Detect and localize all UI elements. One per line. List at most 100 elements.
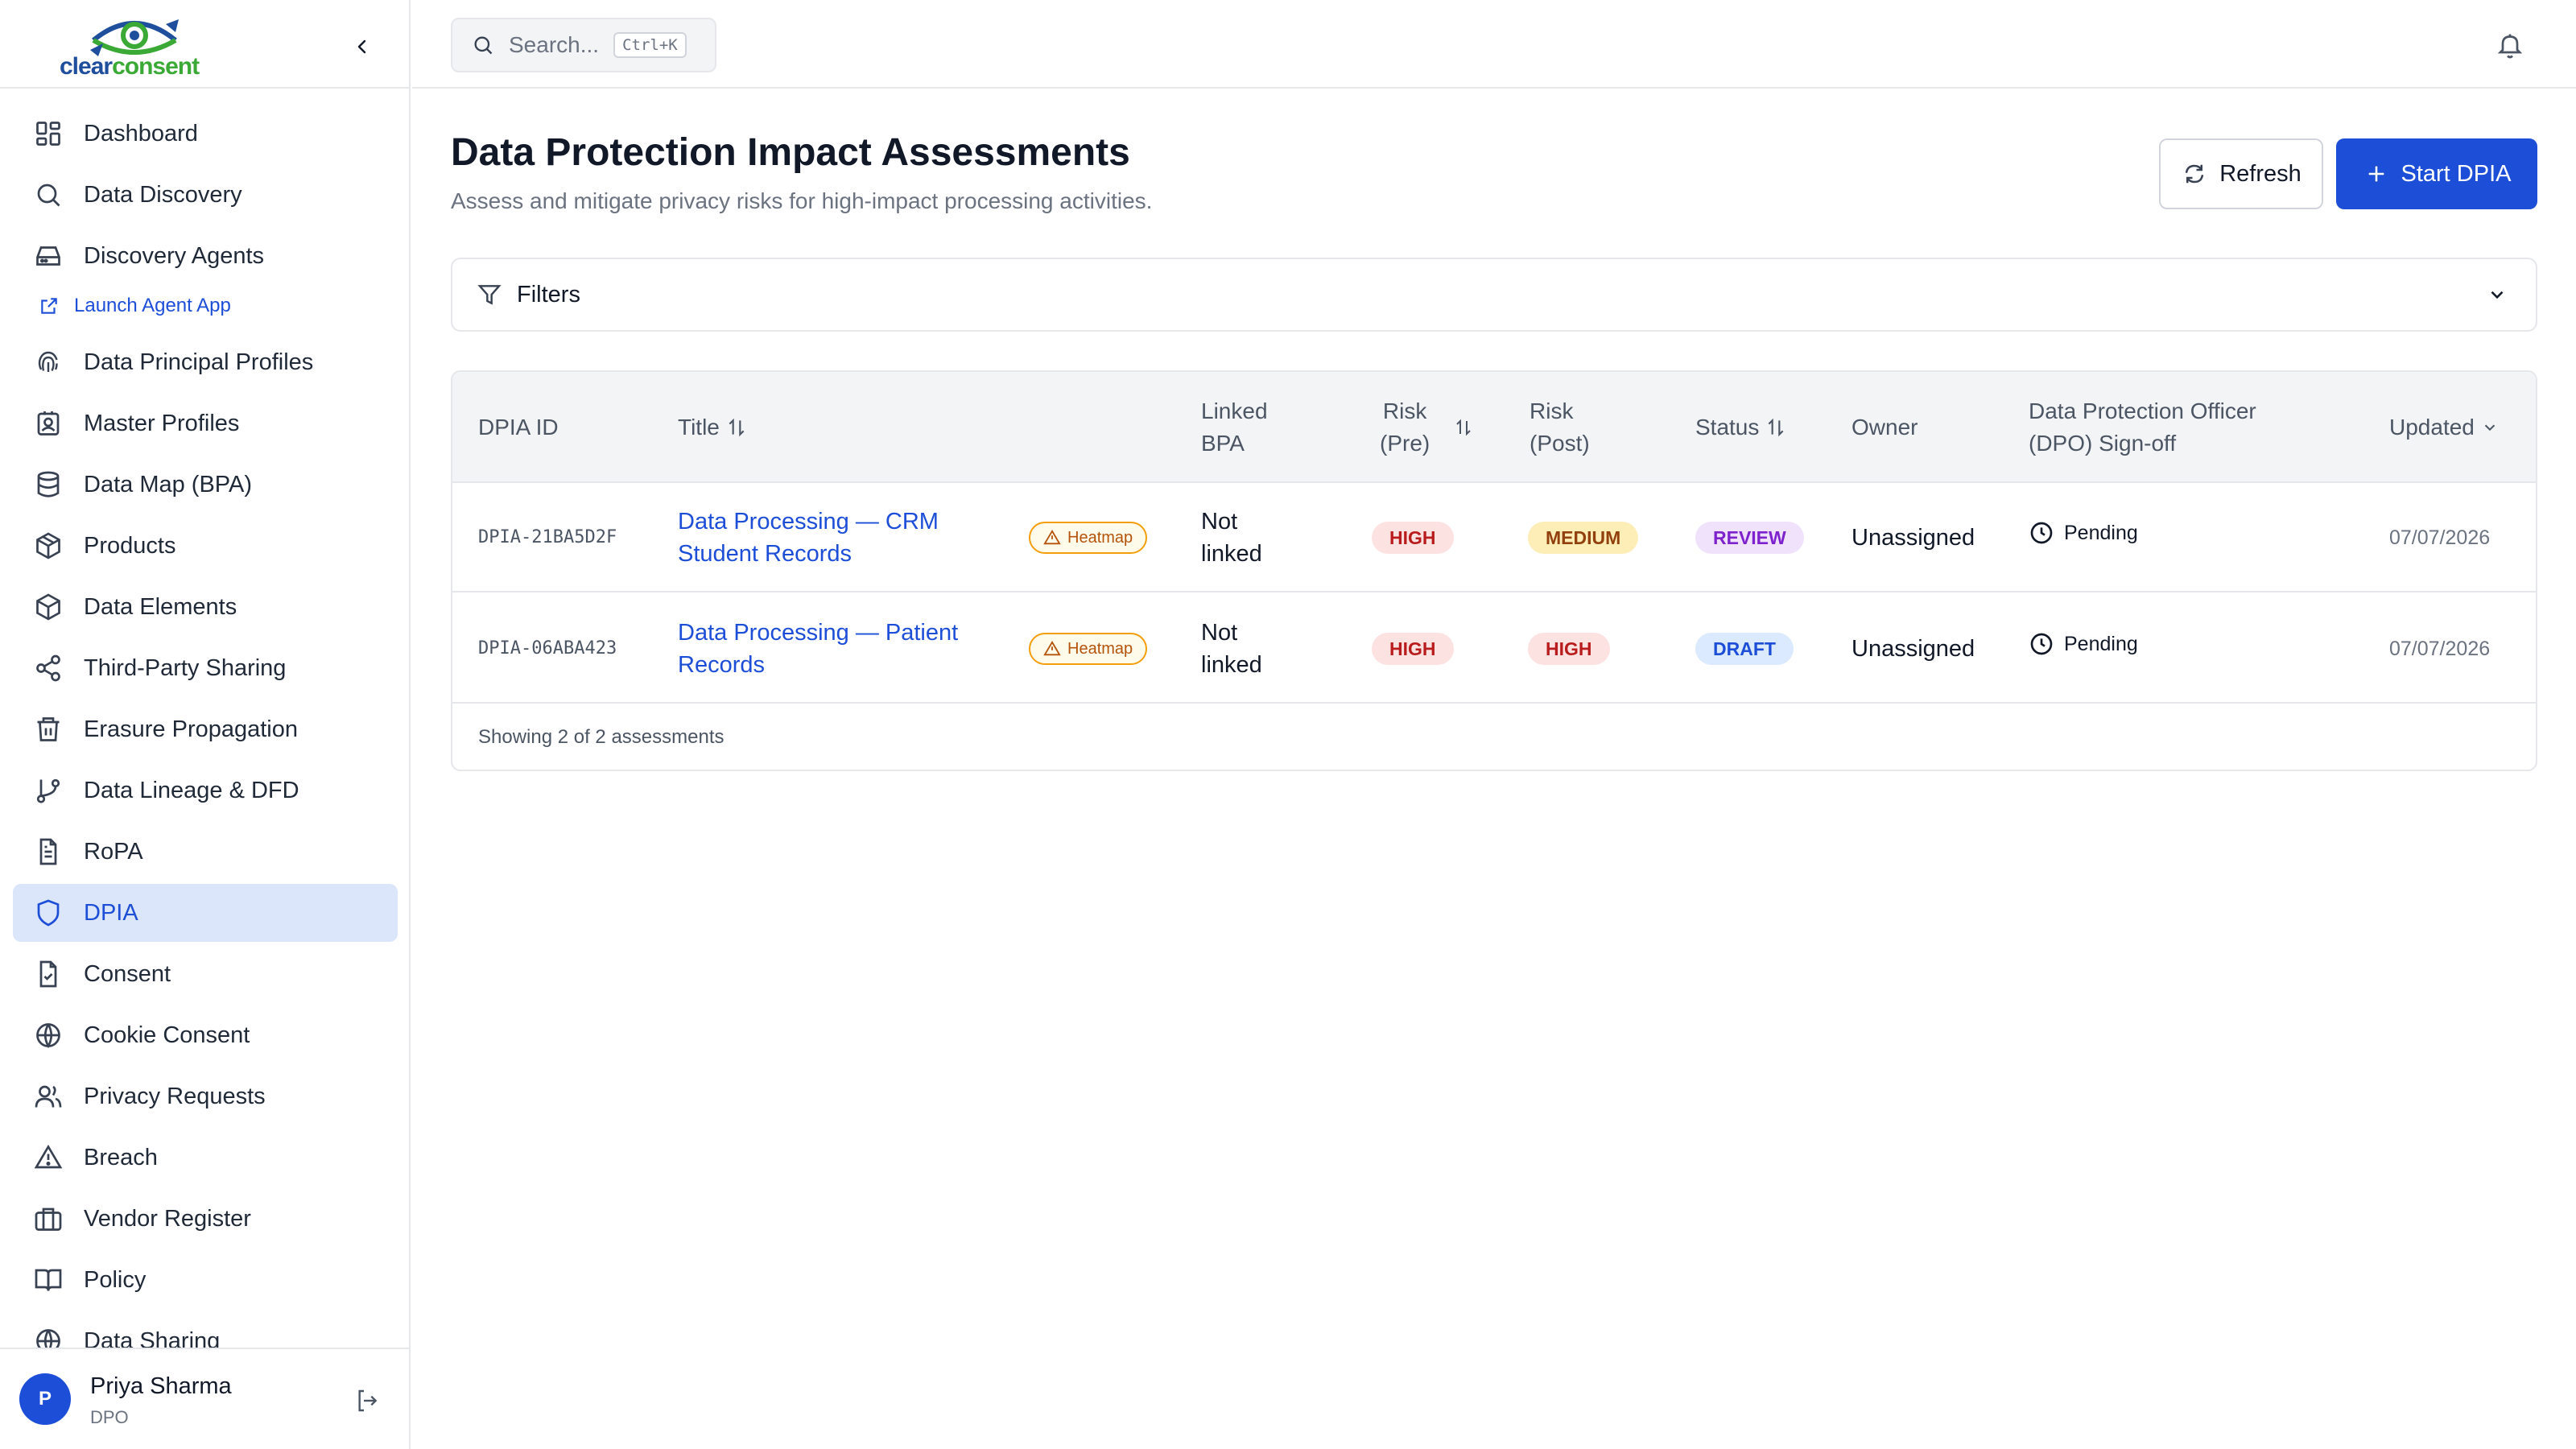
linked-bpa: Not linked	[1201, 594, 1262, 704]
clock-icon	[2029, 520, 2054, 546]
sidebar-item-data-principal-profiles[interactable]: Data Principal Profiles	[13, 333, 398, 391]
drive-icon	[32, 240, 64, 272]
grid-icon	[32, 118, 64, 150]
search-input[interactable]: Search... Ctrl+K	[451, 18, 716, 72]
col-title[interactable]: Title	[678, 372, 749, 483]
sidebar-item-data-map[interactable]: Data Map (BPA)	[13, 456, 398, 514]
sidebar-item-discovery-agents[interactable]: Discovery Agents	[13, 227, 398, 285]
package-icon	[32, 530, 64, 562]
book-icon	[32, 1264, 64, 1296]
sidebar-item-consent[interactable]: Consent	[13, 945, 398, 1003]
sidebar-item-cookie-consent[interactable]: Cookie Consent	[13, 1006, 398, 1064]
heatmap-badge[interactable]: Heatmap	[1029, 522, 1148, 554]
status-badge: REVIEW	[1695, 522, 1804, 554]
start-dpia-label: Start DPIA	[2401, 160, 2512, 187]
sidebar-item-dashboard[interactable]: Dashboard	[13, 105, 398, 163]
sidebar-item-third-party-sharing[interactable]: Third-Party Sharing	[13, 639, 398, 697]
chevron-left-icon	[357, 39, 366, 54]
col-dpia-id-label: DPIA ID	[478, 415, 559, 440]
sidebar-item-vendor-register[interactable]: Vendor Register	[13, 1190, 398, 1248]
sidebar-item-data-discovery[interactable]: Data Discovery	[13, 166, 398, 224]
sidebar-item-label: Policy	[84, 1266, 147, 1293]
sidebar-item-label: Data Sharing	[84, 1327, 221, 1348]
sidebar-item-label: Master Profiles	[84, 410, 240, 436]
file-check-icon	[32, 958, 64, 990]
sidebar-item-label: Erasure Propagation	[84, 716, 298, 742]
sidebar-item-label: RoPA	[84, 838, 143, 865]
collapse-sidebar-button[interactable]	[348, 32, 377, 61]
col-risk-post-label-2: (Post)	[1530, 431, 1590, 456]
sidebar-item-data-sharing[interactable]: Data Sharing	[13, 1312, 398, 1348]
dpia-title-link[interactable]: Data Processing — Patient Records	[678, 594, 958, 704]
col-dpia-id: DPIA ID	[478, 372, 559, 483]
sidebar-item-ropa[interactable]: RoPA	[13, 823, 398, 881]
owner: Unassigned	[1852, 525, 1975, 551]
notifications-button[interactable]	[2492, 27, 2528, 63]
logout-button[interactable]	[351, 1385, 383, 1417]
trash-icon	[32, 713, 64, 745]
linked-bpa-line-1: Not	[1201, 620, 1238, 646]
page-subtitle: Assess and mitigate privacy risks for hi…	[451, 188, 1153, 213]
sidebar-nav: Dashboard Data Discovery Discovery Agent…	[13, 105, 398, 1348]
sidebar-item-label: Data Principal Profiles	[84, 349, 314, 375]
sidebar-item-label: Data Elements	[84, 593, 237, 620]
col-title-label: Title	[678, 415, 720, 440]
sidebar-header: clearconsent	[0, 0, 409, 89]
bell-icon	[2497, 34, 2523, 59]
sidebar-item-label: Products	[84, 532, 176, 559]
sidebar-item-label: Dashboard	[84, 120, 198, 147]
risk-pre-badge: HIGH	[1372, 633, 1454, 665]
table-row[interactable]: DPIA-21BA5D2F Data Processing — CRM Stude…	[452, 483, 2536, 592]
globe-icon	[32, 1019, 64, 1051]
updated-date: 07/07/2026	[2389, 638, 2491, 660]
sidebar-item-label: Third-Party Sharing	[84, 654, 287, 681]
user-name: Priya Sharma	[90, 1373, 232, 1399]
chevron-down-icon	[2483, 280, 2512, 309]
updated-date: 07/07/2026	[2389, 526, 2491, 549]
dpia-title-line-2: Student Records	[678, 541, 852, 567]
heatmap-label: Heatmap	[1067, 529, 1133, 547]
chevron-down-icon	[2481, 416, 2504, 439]
sidebar-item-data-lineage[interactable]: Data Lineage & DFD	[13, 762, 398, 819]
heatmap-badge-cell: Heatmap	[1029, 483, 1148, 592]
table-row[interactable]: DPIA-06ABA423 Data Processing — Patient R…	[452, 594, 2536, 704]
sidebar-item-products[interactable]: Products	[13, 517, 398, 575]
refresh-label: Refresh	[2219, 160, 2301, 187]
dpo-signoff: Pending	[2029, 589, 2138, 699]
heatmap-badge[interactable]: Heatmap	[1029, 633, 1148, 665]
sidebar-item-policy[interactable]: Policy	[13, 1251, 398, 1309]
col-dpo-signoff-label-2: (DPO) Sign-off	[2029, 431, 2177, 456]
dpia-title-link[interactable]: Data Processing — CRM Student Records	[678, 483, 939, 592]
avatar[interactable]: P	[19, 1373, 71, 1425]
box-icon	[32, 591, 64, 623]
filters-panel-toggle[interactable]: Filters	[451, 258, 2537, 332]
refresh-button[interactable]: Refresh	[2159, 138, 2323, 209]
search-shortcut-hint: Ctrl+K	[613, 32, 687, 58]
sidebar-item-label: Cookie Consent	[84, 1022, 250, 1048]
launch-agent-app-link[interactable]: Launch Agent App	[13, 282, 398, 330]
brand-name-part1: clear	[60, 53, 113, 80]
sidebar-item-breach[interactable]: Breach	[13, 1129, 398, 1187]
dpia-title-line-1: Data Processing — Patient	[678, 620, 959, 646]
launch-agent-app-label: Launch Agent App	[74, 295, 231, 316]
sidebar-item-erasure-propagation[interactable]: Erasure Propagation	[13, 700, 398, 758]
sidebar-item-data-elements[interactable]: Data Elements	[13, 578, 398, 636]
users-icon	[32, 1080, 64, 1113]
col-linked-bpa: Linked BPA	[1201, 372, 1268, 483]
col-risk-pre[interactable]: Risk (Pre)	[1380, 372, 1476, 483]
col-risk-pre-label-1: Risk	[1382, 398, 1427, 423]
topbar: Search... Ctrl+K	[412, 0, 2576, 89]
database-icon	[32, 469, 64, 501]
sidebar-item-label: Data Discovery	[84, 181, 242, 208]
table-header: DPIA ID Title Linked BPA Risk (Pre) Risk (P…	[452, 372, 2536, 483]
sidebar-item-privacy-requests[interactable]: Privacy Requests	[13, 1067, 398, 1125]
col-status[interactable]: Status	[1695, 372, 1788, 483]
col-updated[interactable]: Updated	[2389, 372, 2504, 483]
start-dpia-button[interactable]: Start DPIA	[2336, 138, 2537, 209]
sidebar-item-dpia[interactable]: DPIA	[13, 884, 398, 942]
sidebar-item-master-profiles[interactable]: Master Profiles	[13, 394, 398, 452]
col-linked-bpa-label-2: BPA	[1201, 431, 1245, 456]
sidebar-item-label: DPIA	[84, 899, 138, 926]
clock-icon	[2029, 631, 2054, 657]
linked-bpa: Not linked	[1201, 483, 1262, 592]
